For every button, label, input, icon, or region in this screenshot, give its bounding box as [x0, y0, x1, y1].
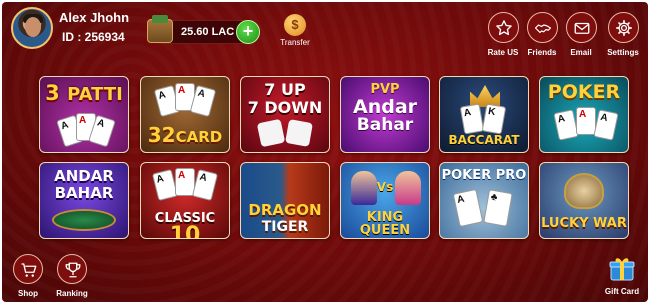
- game-title: DRAGON TIGER: [241, 201, 329, 235]
- gift-icon: [608, 254, 636, 282]
- game-title-line: TIGER: [261, 219, 309, 235]
- wallet-amount: 25.60 LAC: [181, 26, 235, 38]
- game-tile-32-card[interactable]: A A A 32CARD: [140, 76, 230, 153]
- dice-icon: [256, 118, 286, 148]
- game-title: CLASSIC 10: [141, 209, 229, 239]
- game-title: LUCKY WAR: [541, 216, 627, 231]
- email-button[interactable]: Email: [558, 12, 604, 57]
- transfer-icon: $: [284, 14, 306, 36]
- user-id: ID : 256934: [62, 30, 125, 44]
- card-icon: K: [481, 103, 507, 135]
- game-tile-classic-10[interactable]: A A A CLASSIC 10: [140, 162, 230, 239]
- game-title: BACCARAT: [448, 133, 520, 147]
- card-icon: A: [593, 109, 619, 141]
- game-title-line: Vs: [376, 180, 394, 194]
- game-tile-andar-bahar[interactable]: ANDAR BAHAR: [39, 162, 129, 239]
- game-title: POKER PRO: [441, 168, 527, 183]
- card-icon: A: [452, 188, 484, 228]
- star-icon: [487, 12, 519, 43]
- shop-label: Shop: [18, 289, 38, 298]
- card-icon: A: [191, 168, 219, 202]
- game-title-line: ANDAR: [54, 167, 114, 185]
- gift-card-label: Gift Card: [604, 287, 640, 296]
- username: Alex Jhohn: [59, 10, 130, 25]
- game-tile-pvp-andar-bahar[interactable]: PVP Andar Bahar: [340, 76, 430, 153]
- wallet-icon: [147, 15, 173, 43]
- game-title-line: 10: [169, 223, 201, 239]
- shop-button[interactable]: Shop: [6, 254, 50, 298]
- avatar-face: [25, 17, 41, 37]
- game-title: Vs KING QUEEN: [341, 181, 429, 237]
- cart-icon: [13, 254, 43, 284]
- game-title: 32CARD: [141, 125, 229, 145]
- settings-label: Settings: [607, 48, 639, 57]
- game-title-line: CARD: [175, 128, 223, 146]
- game-tile-poker-pro[interactable]: POKER PRO A ♣: [439, 162, 529, 239]
- email-label: Email: [570, 48, 592, 57]
- game-title-line: PATTI: [67, 84, 123, 105]
- game-tile-3-patti[interactable]: A A A 3 PATTI: [39, 76, 129, 153]
- game-title-line: KING QUEEN: [359, 210, 411, 238]
- ranking-label: Ranking: [56, 289, 88, 298]
- transfer-label: Transfer: [280, 38, 310, 47]
- handshake-icon: [526, 12, 558, 43]
- game-tile-baccarat[interactable]: A K BACCARAT: [439, 76, 529, 153]
- gift-card-button[interactable]: Gift Card: [600, 254, 644, 296]
- ranking-button[interactable]: Ranking: [50, 254, 94, 298]
- card-icon: A: [576, 107, 596, 135]
- mail-icon: [565, 12, 597, 43]
- game-title: 3 PATTI: [40, 83, 128, 104]
- game-title-line: DRAGON: [248, 201, 322, 219]
- game-title: POKER: [547, 81, 621, 103]
- card-icon: A: [459, 103, 485, 135]
- game-title-line: 32: [147, 123, 176, 147]
- game-title-line: 7 UP: [264, 80, 306, 99]
- game-title: ANDAR BAHAR: [40, 169, 128, 201]
- shield-icon: [564, 173, 604, 209]
- game-title-line: 3: [45, 81, 60, 105]
- settings-button[interactable]: Settings: [600, 12, 646, 57]
- game-lobby: Alex Jhohn ID : 256934 25.60 LAC + $ Tra…: [2, 2, 648, 302]
- game-tile-poker[interactable]: POKER A A A: [539, 76, 629, 153]
- game-tile-dragon-tiger[interactable]: DRAGON TIGER: [240, 162, 330, 239]
- game-title-line: 7 DOWN: [247, 98, 323, 117]
- game-tile-king-queen[interactable]: Vs KING QUEEN: [340, 162, 430, 239]
- avatar[interactable]: [11, 7, 53, 49]
- wallet-balance[interactable]: 25.60 LAC +: [147, 15, 260, 44]
- game-title-line: PVP: [370, 82, 400, 97]
- card-icon: ♣: [483, 189, 513, 227]
- game-title: 7 UP 7 DOWN: [241, 82, 329, 116]
- game-title-line: BAHAR: [54, 184, 114, 202]
- add-money-button[interactable]: +: [236, 20, 260, 44]
- card-icon: A: [553, 109, 579, 141]
- game-tile-lucky-war[interactable]: LUCKY WAR: [539, 162, 629, 239]
- dice-icon: [285, 119, 313, 147]
- table-icon: [52, 209, 116, 231]
- game-title-line: Bahar: [356, 115, 414, 135]
- gear-icon: [607, 12, 639, 43]
- trophy-icon: [57, 254, 87, 284]
- game-tile-7-up-7-down[interactable]: 7 UP 7 DOWN: [240, 76, 330, 153]
- transfer-button[interactable]: $ Transfer: [272, 14, 318, 47]
- game-title: PVP Andar Bahar: [341, 83, 429, 134]
